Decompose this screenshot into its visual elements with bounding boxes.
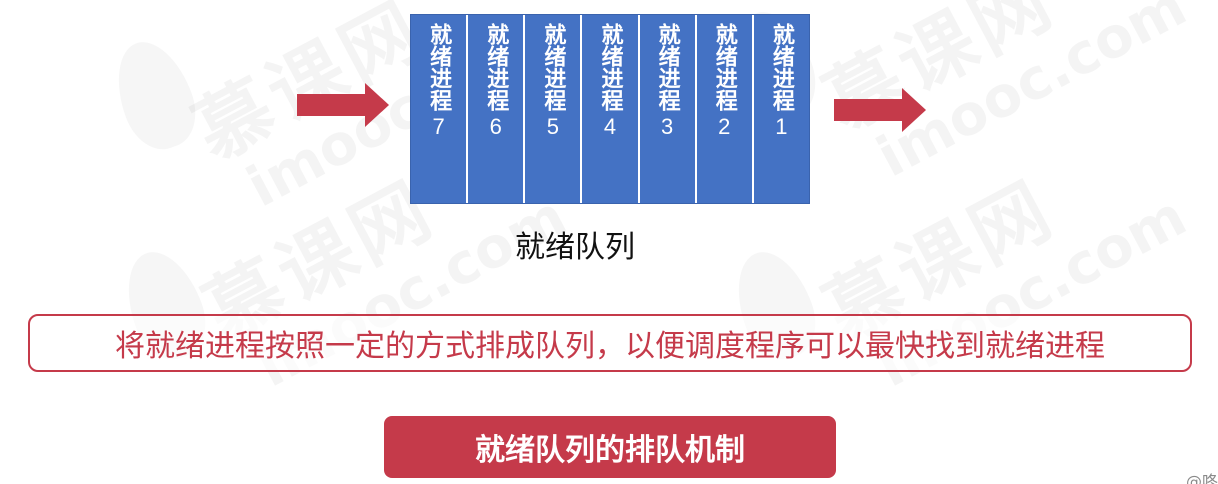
process-label: 就绪进程 [483,23,509,111]
description-text: 将就绪进程按照一定的方式排成队列，以便调度程序可以最快找到就绪进程 [115,329,1105,364]
queue-caption: 就绪队列 [515,230,635,265]
process-label: 就绪进程 [768,23,794,111]
corner-watermark-text: @咚 [1185,472,1218,484]
process-number: 7 [432,114,445,139]
description-box: 将就绪进程按照一定的方式排成队列，以便调度程序可以最快找到就绪进程 [28,314,1192,372]
slide-title-banner: 就绪队列的排队机制 [384,416,836,478]
process-number: 4 [603,114,617,139]
process-number: 6 [489,114,502,139]
process-label: 就绪进程 [597,23,623,111]
process-block-4: 就绪进程 4 [582,15,640,203]
process-number: 1 [775,114,788,139]
process-block-6: 就绪进程 6 [468,15,526,203]
process-block-1: 就绪进程 1 [754,15,809,203]
incoming-arrow-icon [297,83,389,127]
ready-queue: 就绪进程 7 就绪进程 6 就绪进程 5 就绪进程 4 就绪进程 3 就绪进程 … [410,14,810,204]
process-label: 就绪进程 [540,23,566,111]
outgoing-arrow-icon [834,88,926,132]
process-block-3: 就绪进程 3 [640,15,697,203]
process-block-7: 就绪进程 7 [411,15,469,203]
watermark-flame-icon [103,31,206,158]
slide: 慕课网 imooc.com 慕课网 imooc.com 慕课网 imooc.co… [0,0,1218,484]
slide-title: 就绪队列的排队机制 [475,433,745,468]
process-number: 2 [718,114,731,139]
process-label: 就绪进程 [711,23,737,111]
process-block-5: 就绪进程 5 [525,15,583,203]
process-number: 5 [546,114,559,139]
process-label: 就绪进程 [654,23,680,111]
process-label: 就绪进程 [426,23,452,111]
process-block-2: 就绪进程 2 [697,15,754,203]
process-number: 3 [661,114,674,139]
